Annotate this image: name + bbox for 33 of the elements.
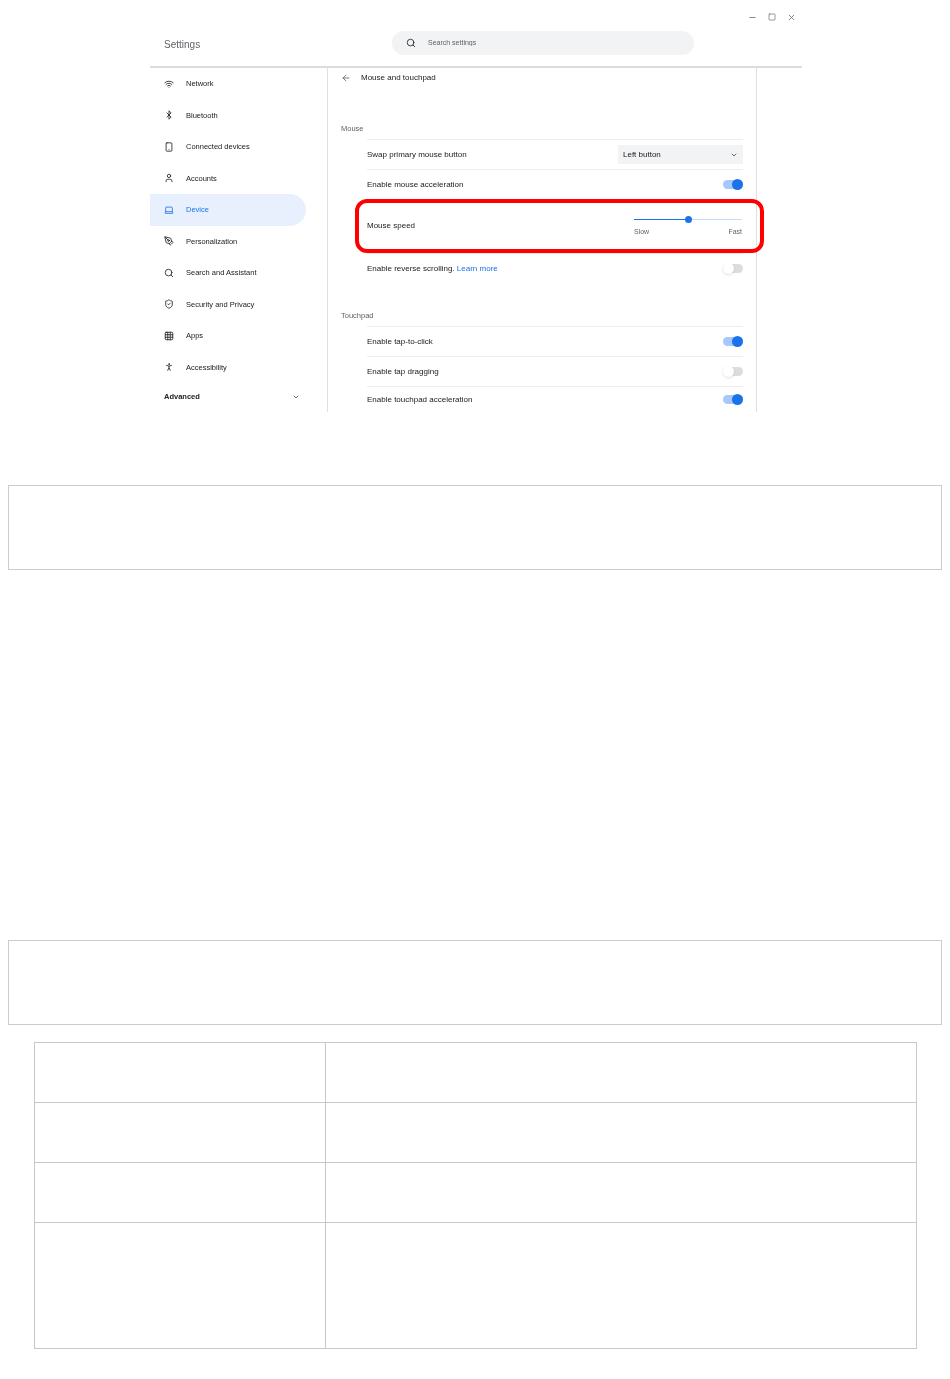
grid-icon [164,330,174,341]
close-icon[interactable] [787,13,796,22]
shield-icon [164,299,174,310]
setting-label: Enable mouse acceleration [367,178,464,191]
caret-icon [292,393,300,401]
search-icon [406,38,416,48]
setting-label: Enable tap-to-click [367,335,433,348]
bluetooth-icon [164,110,174,121]
phone-icon [164,141,174,152]
back-arrow-icon[interactable] [341,73,351,83]
setting-label: Enable reverse scrolling. Learn more [367,262,498,275]
setting-label: Enable tap dragging [367,365,439,378]
slider-track[interactable] [634,214,742,225]
toggle-switch[interactable] [723,395,743,404]
toggle-switch[interactable] [723,180,743,189]
slider-thumb[interactable] [684,216,692,224]
toggle-switch[interactable] [723,367,743,376]
search-icon [164,267,174,278]
accessibility-icon [164,362,174,373]
pen-icon [164,236,174,247]
setting-label: Mouse speed [367,220,416,232]
dropdown[interactable]: Left button [618,145,743,164]
toggle-switch[interactable] [723,264,743,273]
laptop-icon [164,204,174,215]
app-title: Settings [164,37,202,52]
page-title: Mouse and touchpad [361,72,436,84]
toggle-switch[interactable] [723,337,743,346]
wifi-icon [164,78,174,89]
setting-label: Enable touchpad acceleration [367,393,473,406]
setting-label: Swap primary mouse button [367,148,467,161]
person-icon [164,173,174,184]
learn-more-link[interactable]: Learn more [456,263,498,273]
maximize-icon[interactable] [768,13,776,21]
